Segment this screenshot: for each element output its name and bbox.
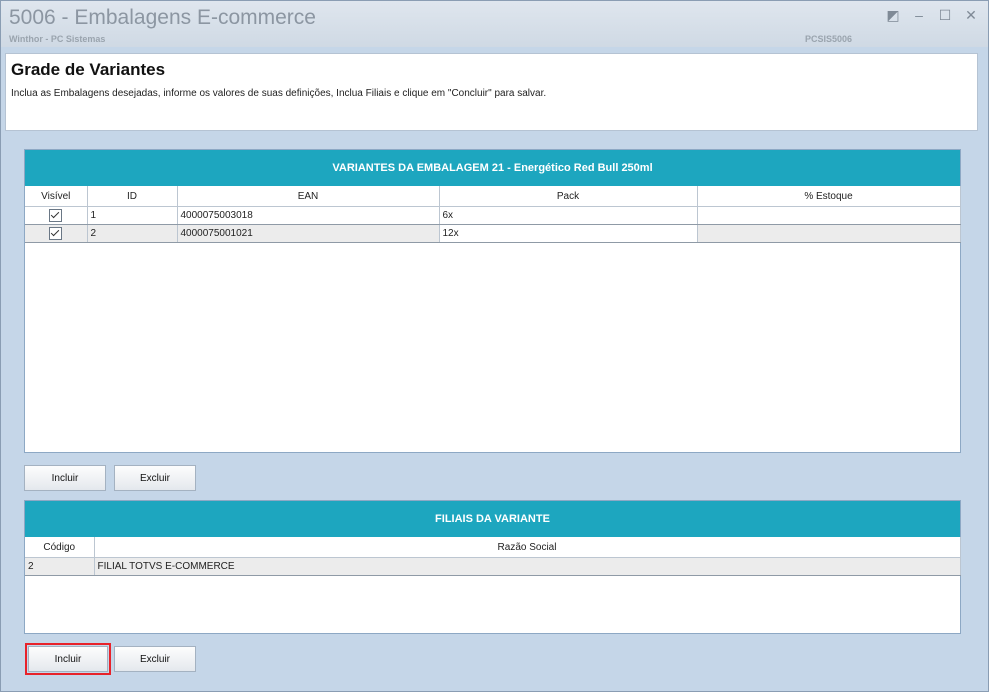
window-subtitle: Winthor - PC Sistemas	[9, 34, 106, 44]
pack-cell[interactable]: 12x	[439, 224, 698, 243]
column-header-stock[interactable]: % Estoque	[697, 186, 961, 207]
include-variant-button[interactable]: Incluir	[24, 465, 106, 491]
content-area: VARIANTES DA EMBALAGEM 21 - Energético R…	[6, 131, 977, 685]
close-icon[interactable]: ✕	[964, 7, 978, 24]
page-title: Grade de Variantes	[11, 60, 166, 79]
visible-cell	[25, 206, 88, 225]
minimize-icon[interactable]: –	[912, 7, 926, 24]
table-row[interactable]: 1 4000075003018 6x	[25, 206, 961, 225]
column-header-ean[interactable]: EAN	[177, 186, 440, 207]
variants-table: Visível ID EAN Pack % Estoque 1 40000750…	[25, 186, 961, 243]
column-header-visible[interactable]: Visível	[25, 186, 88, 207]
delete-variant-button[interactable]: Excluir	[114, 465, 196, 491]
stock-cell[interactable]	[697, 206, 961, 225]
ean-cell[interactable]: 4000075001021	[177, 224, 440, 243]
id-cell[interactable]: 1	[87, 206, 178, 225]
variants-panel: VARIANTES DA EMBALAGEM 21 - Energético R…	[24, 149, 961, 453]
routine-code: PCSIS5006	[805, 34, 853, 44]
company-name-cell[interactable]: FILIAL TOTVS E-COMMERCE	[94, 557, 961, 576]
column-header-pack[interactable]: Pack	[439, 186, 698, 207]
stock-cell[interactable]	[697, 224, 961, 243]
window-title: 5006 - Embalagens E-commerce	[9, 6, 316, 29]
branches-table: Código Razão Social 2 FILIAL TOTVS E-COM…	[25, 537, 961, 576]
page-description: Inclua as Embalagens desejadas, informe …	[11, 88, 547, 99]
column-header-id[interactable]: ID	[87, 186, 178, 207]
title-bar: 5006 - Embalagens E-commerce Winthor - P…	[1, 1, 988, 47]
column-header-company-name[interactable]: Razão Social	[94, 537, 961, 558]
visible-checkbox[interactable]	[49, 227, 63, 240]
restore-icon[interactable]: ◩	[886, 7, 900, 24]
id-cell[interactable]: 2	[87, 224, 178, 243]
delete-branch-button[interactable]: Excluir	[114, 646, 196, 672]
include-branch-button[interactable]: Incluir	[25, 643, 111, 675]
ean-cell[interactable]: 4000075003018	[177, 206, 440, 225]
app-window: 5006 - Embalagens E-commerce Winthor - P…	[0, 0, 989, 692]
table-row[interactable]: 2 4000075001021 12x	[25, 224, 961, 243]
visible-checkbox[interactable]	[49, 209, 63, 222]
branches-panel-title: FILIAIS DA VARIANTE	[25, 501, 960, 537]
maximize-icon[interactable]: ☐	[938, 7, 952, 24]
visible-cell	[25, 224, 88, 243]
branches-panel: FILIAIS DA VARIANTE Código Razão Social …	[24, 500, 961, 634]
page-header: Grade de Variantes Inclua as Embalagens …	[5, 53, 978, 131]
code-cell[interactable]: 2	[25, 557, 95, 576]
variants-panel-title: VARIANTES DA EMBALAGEM 21 - Energético R…	[25, 150, 960, 186]
column-header-code[interactable]: Código	[25, 537, 95, 558]
pack-cell[interactable]: 6x	[439, 206, 698, 225]
window-controls: ◩ – ☐ ✕	[886, 7, 978, 24]
table-row[interactable]: 2 FILIAL TOTVS E-COMMERCE	[25, 557, 961, 576]
